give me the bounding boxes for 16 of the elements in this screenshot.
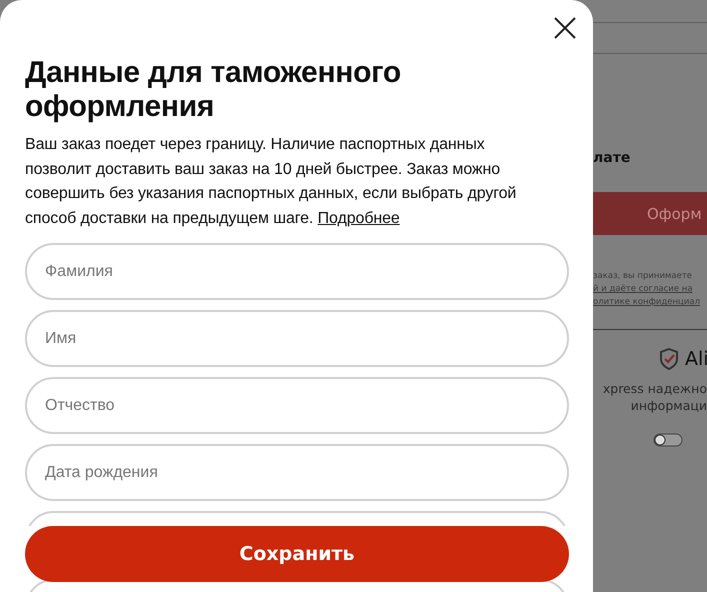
security-text: xpress надежно	[602, 380, 707, 397]
description-text: Ваш заказ поедет через границу. Наличие паспортных данных позволит доставить ваш заказ на 10 дней быстрее. Заказ можно совершить без указания паспортных данных, если выбрать другой способ доставки на предыдущем шаге. Подробнее	[25, 135, 518, 228]
more-link[interactable]: Подробнее	[318, 210, 400, 226]
brand-name: Ali	[685, 348, 707, 370]
section-heading: лате	[593, 150, 632, 168]
dialog-title: Данные для таможенного оформления	[25, 56, 402, 124]
order-button[interactable]: Оформ	[593, 192, 707, 235]
text-field[interactable]: Отчество	[25, 377, 569, 434]
text-field[interactable]: Имя	[25, 310, 569, 367]
text-field[interactable]: Фамилия	[25, 243, 569, 300]
save-button[interactable]: Сохранить	[25, 526, 569, 582]
terms-text: й и даёте согласие на	[593, 283, 694, 296]
terms-text: заказ, вы принимаете	[593, 270, 694, 283]
security-text: информаци	[630, 397, 707, 414]
text-field[interactable]: Дата рождения	[25, 444, 569, 501]
terms-text: олитике конфиденциал	[593, 296, 701, 309]
